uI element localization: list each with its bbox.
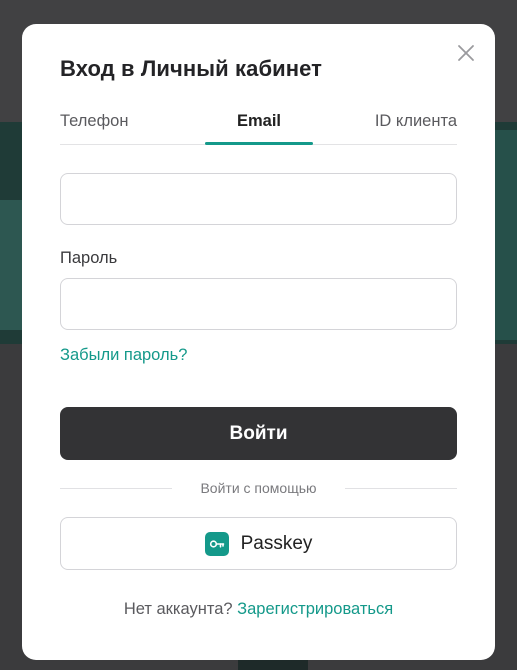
tab-email[interactable]: Email [205, 108, 313, 145]
forgot-password-link[interactable]: Забыли пароль? [60, 346, 187, 365]
login-dialog: Вход в Личный кабинет Телефон Email ID к… [22, 24, 495, 660]
passkey-button[interactable]: Passkey [60, 517, 457, 570]
email-field[interactable] [60, 173, 457, 225]
background-banner-right-graphic [493, 130, 517, 340]
active-tab-indicator [205, 142, 313, 145]
tab-label: Телефон [60, 112, 129, 130]
close-icon [458, 45, 474, 61]
tab-phone[interactable]: Телефон [60, 108, 128, 144]
tab-client-id[interactable]: ID клиента [347, 108, 457, 144]
divider-text: Войти с помощью [200, 480, 317, 496]
key-icon [204, 531, 229, 556]
background-footer-shape [238, 660, 308, 670]
register-prompt: Нет аккаунта? Зарегистрироваться [22, 600, 495, 619]
no-account-text: Нет аккаунта? [123, 600, 233, 618]
passkey-button-content: Passkey [61, 518, 456, 569]
register-link[interactable]: Зарегистрироваться [237, 600, 393, 618]
tab-label: ID клиента [374, 112, 457, 130]
login-method-tabs: Телефон Email ID клиента [60, 108, 457, 145]
alt-login-divider: Войти с помощью [60, 480, 457, 496]
login-button[interactable]: Войти [60, 407, 457, 460]
password-field[interactable] [60, 278, 457, 330]
passkey-label: Passkey [240, 532, 313, 554]
close-button[interactable] [455, 42, 477, 64]
dialog-title: Вход в Личный кабинет [60, 56, 323, 81]
password-label: Пароль [60, 249, 118, 267]
background-banner-left-graphic [0, 200, 22, 330]
tab-label: Email [236, 112, 282, 130]
